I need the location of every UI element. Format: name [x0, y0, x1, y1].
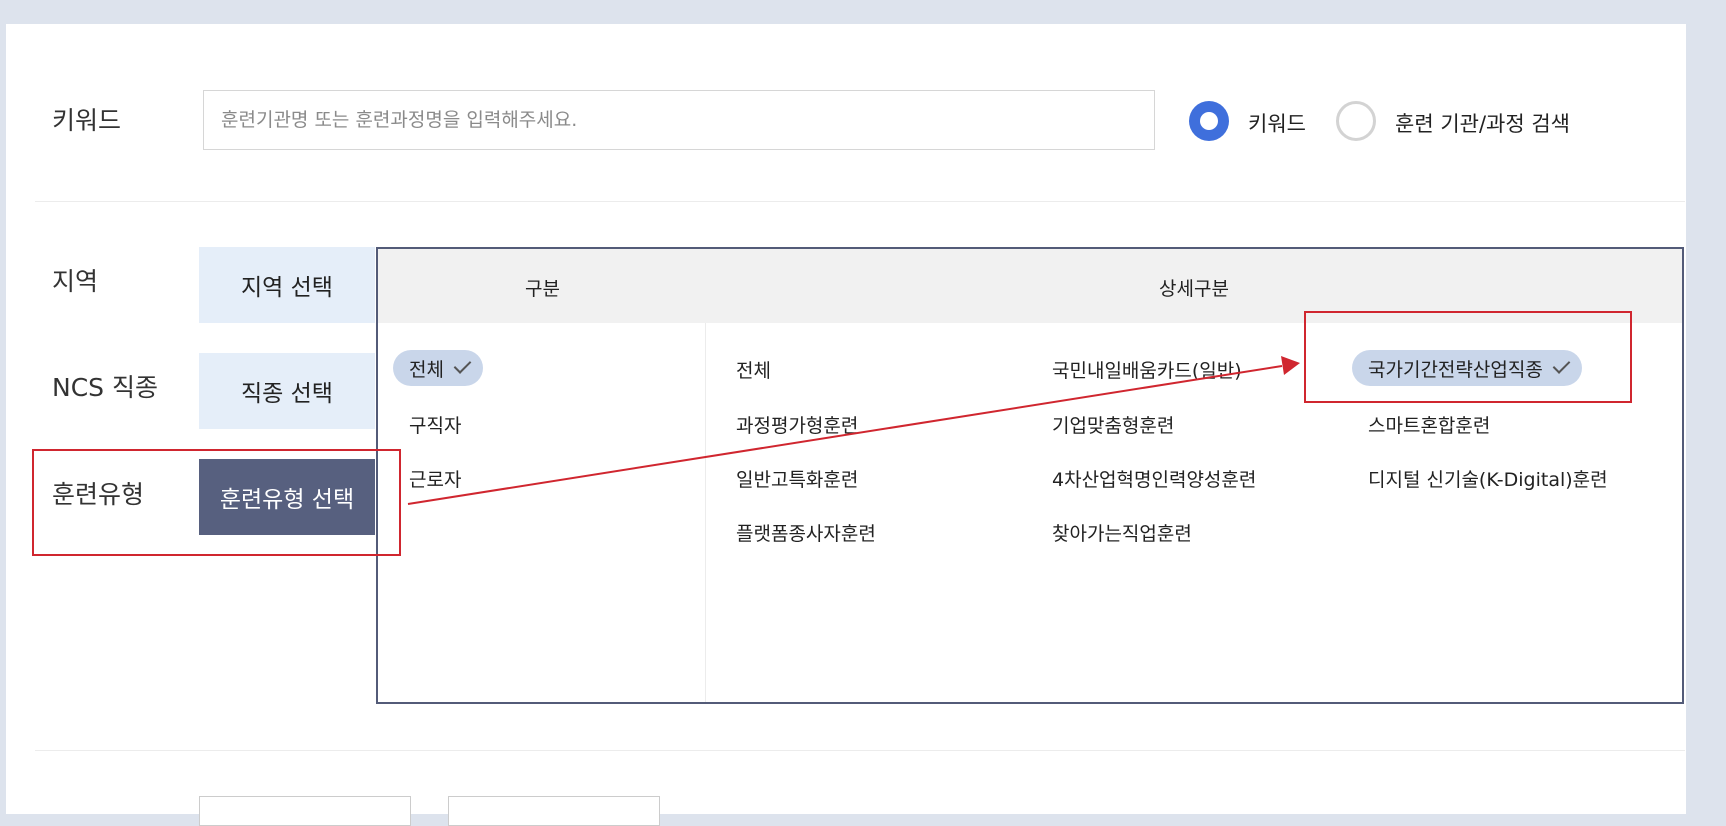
- check-icon: [453, 356, 472, 374]
- divider: [35, 201, 1685, 202]
- keyword-search-input[interactable]: [203, 90, 1155, 150]
- radio-institution-course-label[interactable]: 훈련 기관/과정 검색: [1395, 108, 1570, 138]
- detail-option-label: 국가기간전략산업직종: [1368, 358, 1543, 381]
- dropdown-header: 구분 상세구분: [378, 249, 1682, 323]
- category-option-job-seeker[interactable]: 구직자: [409, 411, 461, 438]
- detail-option[interactable]: 플랫폼종사자훈련: [736, 519, 876, 546]
- radio-keyword[interactable]: [1189, 101, 1229, 141]
- detail-option[interactable]: 국민내일배움카드(일반): [1052, 356, 1242, 383]
- header-detail: 상세구분: [1159, 278, 1229, 300]
- detail-option-selected[interactable]: 국가기간전략산업직종: [1352, 350, 1582, 386]
- detail-option[interactable]: 디지털 신기술(K-Digital)훈련: [1368, 465, 1608, 492]
- training-type-label: 훈련유형: [52, 480, 145, 509]
- category-option-label: 전체: [409, 358, 444, 381]
- ncs-label: NCS 직종: [52, 373, 158, 402]
- detail-option[interactable]: 기업맞춤형훈련: [1052, 411, 1174, 438]
- detail-option[interactable]: 일반고특화훈련: [736, 465, 858, 492]
- region-label: 지역: [52, 267, 99, 296]
- ncs-select-button[interactable]: 직종 선택: [199, 353, 375, 429]
- check-icon: [1552, 356, 1571, 374]
- detail-option[interactable]: 스마트혼합훈련: [1368, 411, 1490, 438]
- column-divider: [705, 323, 706, 702]
- divider: [35, 750, 1685, 751]
- region-select-button[interactable]: 지역 선택: [199, 247, 375, 323]
- detail-option[interactable]: 전체: [736, 356, 771, 383]
- header-category: 구분: [525, 278, 560, 300]
- category-option-all[interactable]: 전체: [393, 350, 483, 386]
- radio-institution-course[interactable]: [1336, 101, 1376, 141]
- detail-option[interactable]: 과정평가형훈련: [736, 411, 858, 438]
- radio-keyword-label[interactable]: 키워드: [1248, 108, 1306, 138]
- detail-option[interactable]: 찾아가는직업훈련: [1052, 519, 1192, 546]
- detail-option[interactable]: 4차산업혁명인력양성훈련: [1052, 465, 1256, 492]
- keyword-label: 키워드: [52, 106, 122, 135]
- category-option-worker[interactable]: 근로자: [409, 465, 461, 492]
- bottom-control[interactable]: [199, 796, 411, 826]
- bottom-control[interactable]: [448, 796, 660, 826]
- training-type-select-button[interactable]: 훈련유형 선택: [199, 459, 375, 535]
